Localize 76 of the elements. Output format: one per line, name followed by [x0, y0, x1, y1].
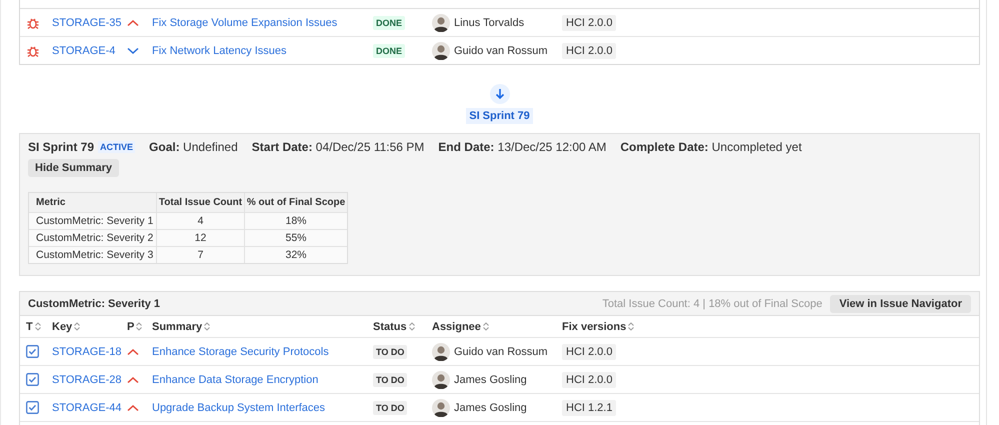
sort-icon[interactable]	[136, 322, 142, 331]
assignee-name: James Gosling	[454, 402, 527, 414]
issue-summary-link[interactable]: Enhance Storage Security Protocols	[152, 346, 329, 358]
hide-summary-button[interactable]: Hide Summary	[28, 159, 120, 177]
avatar-icon	[432, 42, 450, 60]
sprint-state-lozenge: ACTIVE	[98, 141, 136, 153]
chevron-up-icon	[127, 376, 139, 384]
table-cell: 7	[157, 247, 245, 263]
status-lozenge: DONE	[373, 16, 406, 30]
assignee-name: Linus Torvalds	[454, 16, 524, 28]
table-cell: CustomMetric: Severity 2	[29, 230, 157, 246]
column-header[interactable]: Fix versions	[562, 320, 626, 332]
table-cell-text: 32%	[284, 248, 308, 263]
issue-key-link[interactable]: STORAGE-18	[52, 346, 122, 358]
column-header: Total Issue Count	[157, 193, 245, 212]
column-header[interactable]: P	[127, 320, 134, 332]
sort-icon[interactable]	[34, 322, 41, 331]
column-header[interactable]: T	[26, 320, 33, 332]
issue-key-link[interactable]: STORAGE-44	[52, 402, 122, 414]
assignee-name: James Gosling	[454, 374, 527, 386]
column-header[interactable]: Assignee	[432, 320, 481, 332]
table-cell: 12	[157, 230, 245, 246]
chevron-up-icon	[127, 404, 139, 412]
sort-icon[interactable]	[408, 322, 415, 331]
sort-icon[interactable]	[628, 322, 634, 331]
issue-summary-link[interactable]: Enhance Data Storage Encryption	[152, 374, 318, 386]
checkbox-icon	[26, 401, 39, 414]
avatar-icon	[432, 370, 450, 388]
issue-summary-link[interactable]: Upgrade Backup System Interfaces	[152, 402, 326, 414]
table-cell: 4	[157, 213, 245, 229]
arrow-down-icon[interactable]	[490, 84, 510, 104]
fix-version-tag: HCI 2.0.0	[562, 42, 616, 58]
issue-key-link[interactable]: STORAGE-4	[52, 44, 116, 56]
avatar-icon	[432, 14, 450, 32]
fix-version-tag: HCI 2.0.0	[562, 344, 616, 360]
assignee-name: Guido van Rossum	[454, 44, 548, 56]
status-lozenge: TO DO	[373, 344, 408, 358]
sprint-field: Start Date: 04/Dec/25 11:56 PM	[252, 140, 424, 154]
sort-icon[interactable]	[74, 322, 80, 331]
status-lozenge: TO DO	[373, 372, 408, 386]
sort-icon[interactable]	[482, 322, 489, 331]
assignee-name: Guido van Rossum	[454, 346, 548, 358]
status-lozenge: DONE	[373, 44, 406, 58]
table-cell-text: 55%	[284, 231, 308, 246]
fix-version-tag: HCI 1.2.1	[562, 400, 616, 416]
column-header[interactable]: Status	[373, 320, 407, 332]
sprint-name: SI Sprint 79	[28, 140, 94, 154]
table-cell: CustomMetric: Severity 1	[29, 213, 157, 229]
sprint-field: End Date: 13/Dec/25 12:00 AM	[438, 140, 606, 154]
group-stats: Total Issue Count: 4 | 18% out of Final Scope	[602, 298, 822, 310]
fix-version-tag: HCI 2.0.0	[562, 14, 616, 30]
sort-icon[interactable]	[204, 322, 210, 331]
column-header: Metric	[29, 193, 157, 212]
group-title: CustomMetric: Severity 1	[28, 298, 160, 310]
sprint-field: Goal: Undefined	[149, 140, 238, 154]
issue-summary-link[interactable]: Fix Storage Volume Expansion Issues	[152, 16, 338, 28]
chevron-down-icon	[127, 46, 139, 54]
avatar-icon	[432, 342, 450, 360]
fix-version-tag: HCI 2.0.0	[562, 372, 616, 388]
chevron-up-icon	[127, 18, 139, 26]
table-cell-text: 18%	[284, 214, 308, 229]
avatar-icon	[432, 398, 450, 416]
status-lozenge: TO DO	[373, 400, 408, 414]
sprint-link[interactable]: SI Sprint 79	[466, 108, 533, 124]
checkbox-icon	[26, 345, 39, 358]
checkbox-icon	[26, 373, 39, 386]
view-in-issue-navigator-button[interactable]: View in Issue Navigator	[830, 294, 971, 312]
sprint-field: Complete Date: Uncompleted yet	[620, 140, 802, 154]
column-header: % out of Final Scope	[246, 196, 346, 210]
table-cell: CustomMetric: Severity 3	[29, 247, 157, 263]
column-header[interactable]: Summary	[152, 320, 202, 332]
issue-key-link[interactable]: STORAGE-28	[52, 374, 122, 386]
chevron-up-icon	[127, 348, 139, 356]
column-header[interactable]: Key	[52, 320, 72, 332]
issue-summary-link[interactable]: Fix Network Latency Issues	[152, 44, 286, 56]
issue-key-link[interactable]: STORAGE-35	[52, 16, 122, 28]
